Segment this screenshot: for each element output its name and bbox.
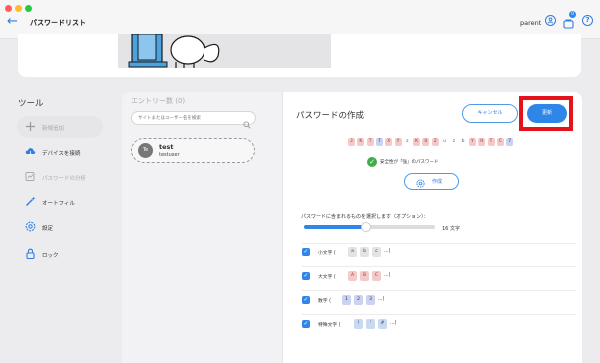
option-label: 大文字 ( <box>318 275 336 280</box>
entry-username: testuser <box>159 152 180 158</box>
strength-text: 安全性が「強」のパスワード <box>380 160 439 165</box>
illustration <box>118 34 331 68</box>
option-checkbox[interactable]: ✓ <box>302 272 310 280</box>
password-char: Y <box>394 138 402 146</box>
char-example-chip: c <box>372 247 381 257</box>
cart-icon[interactable]: 0 <box>563 11 576 29</box>
char-example-chip: 3 <box>366 295 375 305</box>
option-checkbox[interactable]: ✓ <box>302 320 310 328</box>
user-name: parent <box>520 19 542 27</box>
option-tail: ...) <box>384 249 391 254</box>
char-example-chip: C <box>372 271 381 281</box>
divider <box>302 243 576 244</box>
search-box[interactable] <box>131 111 256 129</box>
password-char: Z <box>431 138 439 146</box>
password-char: T <box>487 138 495 146</box>
password-char: T <box>366 138 374 146</box>
analysis-icon <box>25 171 36 182</box>
account-icon[interactable] <box>545 15 556 26</box>
password-char: z <box>403 138 411 146</box>
char-example-chip: 1 <box>342 295 351 305</box>
sidebar-item-settings[interactable]: 設定 <box>17 216 103 238</box>
highlight-box <box>519 96 573 131</box>
option-checkbox[interactable]: ✓ <box>302 296 310 304</box>
generate-button[interactable]: 作成 <box>404 173 459 190</box>
password-char: Y <box>468 138 476 146</box>
option-tail: ...) <box>384 273 391 278</box>
password-char: z <box>450 138 458 146</box>
page-title: パスワードの作成 <box>296 111 365 121</box>
char-example-chip: ' <box>366 319 375 329</box>
generate-label: 作成 <box>432 179 443 185</box>
check-circle-icon: ✓ <box>367 157 377 167</box>
divider <box>302 314 576 315</box>
search-icon[interactable] <box>243 114 251 133</box>
sidebar-item-label: 新規追加 <box>42 126 65 132</box>
sidebar-item-autofill[interactable]: オートフィル <box>17 191 103 213</box>
sidebar-item-label: パスワードの分析 <box>42 176 87 182</box>
char-example-chip: A <box>348 271 357 281</box>
option-tail: ...) <box>390 321 397 326</box>
cancel-button[interactable]: キャンセル <box>462 104 518 123</box>
minimize-window-button[interactable] <box>15 5 22 12</box>
password-char: H <box>478 138 486 146</box>
char-example-chip: # <box>378 319 387 329</box>
divider <box>302 266 576 267</box>
sidebar-item-label: 設定 <box>42 226 54 232</box>
option-label: 特殊文字 ( <box>318 323 341 328</box>
sidebar-item-label: オートフィル <box>42 201 75 207</box>
password-char: 7 <box>506 138 514 146</box>
option-label: 小文字 ( <box>318 251 336 256</box>
avatar: Te <box>138 143 153 158</box>
close-window-button[interactable] <box>5 5 12 12</box>
sidebar-item-connect-device[interactable]: デバイスを接続 <box>17 141 103 163</box>
sidebar-item-label: ロック <box>42 253 59 259</box>
zoom-window-button[interactable] <box>25 5 32 12</box>
lock-icon <box>25 248 36 260</box>
char-example-chip: a <box>348 247 357 257</box>
entry-list-panel <box>122 92 282 363</box>
sidebar-item-add-new[interactable]: 新規追加 <box>17 116 103 138</box>
char-example-chip: B <box>360 271 369 281</box>
password-char: K <box>413 138 421 146</box>
option-label: 数字 ( <box>318 299 331 304</box>
entries-count-title: エントリー数 (0) <box>131 97 186 105</box>
char-example-chip: b <box>360 247 369 257</box>
sidebar-item-lock[interactable]: ロック <box>17 243 103 265</box>
gear-icon <box>25 221 36 232</box>
password-char: X <box>385 138 393 146</box>
banner <box>18 34 581 77</box>
divider <box>302 290 576 291</box>
help-icon[interactable]: ? <box>582 15 593 26</box>
password-char: u <box>441 138 448 146</box>
entry-title: test <box>159 143 174 151</box>
plus-icon <box>25 121 36 132</box>
char-example-chip: 2 <box>354 295 363 305</box>
option-checkbox[interactable]: ✓ <box>302 248 310 256</box>
slider-fill <box>304 225 366 229</box>
magic-wand-icon <box>25 196 36 207</box>
include-options-label: パスワードに含まれるものを選択します（オプション）： <box>301 214 429 220</box>
gear-icon <box>416 177 425 192</box>
notification-badge: 0 <box>569 11 576 18</box>
length-label: 16 文字 <box>442 226 460 232</box>
arrow-left-icon[interactable]: ← <box>7 15 18 28</box>
sidebar-item-label: デバイスを接続 <box>42 151 81 157</box>
password-char: C <box>496 138 504 146</box>
list-item[interactable]: Te test testuser <box>131 138 255 163</box>
sidebar-item-password-analysis[interactable]: パスワードの分析 <box>17 166 103 188</box>
password-char: b <box>459 138 467 146</box>
window-title: パスワードリスト <box>30 19 86 27</box>
cloud-icon <box>25 146 36 157</box>
password-char: U <box>422 138 430 146</box>
sidebar-title: ツール <box>18 99 44 109</box>
option-tail: ...) <box>378 297 385 302</box>
password-char: K <box>357 138 365 146</box>
search-input[interactable] <box>138 114 238 122</box>
length-slider[interactable] <box>304 222 435 232</box>
slider-thumb[interactable] <box>360 222 371 232</box>
password-char: J <box>348 138 355 146</box>
password-char: 7 <box>375 138 383 146</box>
char-example-chip: ! <box>354 319 363 329</box>
